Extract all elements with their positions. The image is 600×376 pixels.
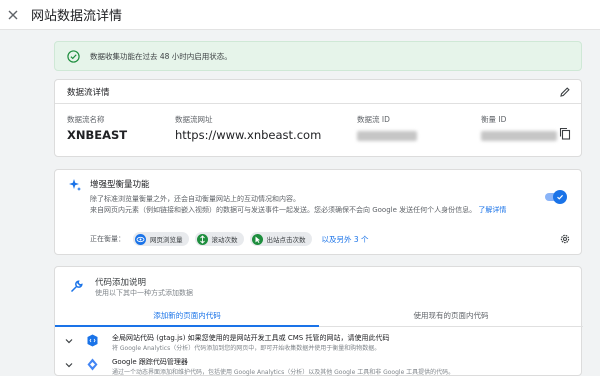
close-button[interactable] xyxy=(3,5,23,25)
stream-details-header: 数据流详情 xyxy=(55,80,581,104)
learn-more-link[interactable]: 了解详情 xyxy=(478,206,506,214)
enhanced-description: 除了标准浏览量衡量之外，还会自动衡量网站上的互动情况和内容。 来自网页内元素（例… xyxy=(90,194,510,216)
page-title: 网站数据流详情 xyxy=(31,9,123,24)
chip-outbound-clicks: 出站点击次数 xyxy=(249,232,312,246)
edit-icon[interactable] xyxy=(559,86,571,98)
chip-label: 网页浏览量 xyxy=(150,236,183,244)
option-gtag-title: 全局网站代码 (gtag.js) 如果您使用的是网站开发工具或 CMS 托管的网… xyxy=(112,334,390,342)
option-gtm-title: Google 跟踪代码管理器 xyxy=(112,358,188,366)
copy-icon[interactable] xyxy=(559,127,571,140)
code-tag-icon xyxy=(87,334,98,347)
enhanced-desc-line1: 除了标准浏览量衡量之外，还会自动衡量网站上的互动情况和内容。 xyxy=(90,195,300,203)
stream-name-value: XNBEAST xyxy=(67,128,128,142)
option-gtag-desc: 将 Google Analytics（分析）代码添加到您的网页中，即可开始收集数… xyxy=(112,345,381,352)
measuring-row: 正在衡量： 网页浏览量 滚动次数 出站点击次数 以及另外 3 个 xyxy=(90,232,369,246)
wrench-icon xyxy=(70,280,83,293)
banner-text: 数据收集功能在过去 48 小时内启用状态。 xyxy=(90,51,232,61)
gear-icon[interactable] xyxy=(559,233,571,245)
option-gtm-desc: 通过一个动态界面添加和维护代码，包括使用 Google Analytics（分析… xyxy=(112,369,455,376)
chip-page-views: 网页浏览量 xyxy=(133,232,189,246)
measurement-id-redacted xyxy=(481,131,557,141)
enhanced-measurement-card: 增强型衡量功能 除了标准浏览量衡量之外，还会自动衡量网站上的互动情况和内容。 来… xyxy=(54,169,582,255)
chip-label: 滚动次数 xyxy=(211,236,238,244)
sparkle-icon xyxy=(69,179,81,191)
stream-name-field: 数据流名称 XNBEAST xyxy=(67,114,127,142)
chip-label: 出站点击次数 xyxy=(266,236,306,244)
check-icon xyxy=(557,194,564,200)
measuring-label: 正在衡量： xyxy=(90,235,125,243)
tagging-instructions-card: 代码添加说明 使用以下其中一种方式添加数据 添加新的页面内代码 使用现有的页面内… xyxy=(54,266,583,376)
tagging-title: 代码添加说明 xyxy=(95,278,147,288)
enhanced-title: 增强型衡量功能 xyxy=(90,180,150,190)
eye-icon xyxy=(135,233,146,245)
tab-existing-on-page-tag[interactable]: 使用现有的页面内代码 xyxy=(319,307,583,326)
chevron-down-icon[interactable] xyxy=(65,361,73,369)
chevron-down-icon[interactable] xyxy=(65,337,73,345)
tab-new-on-page-tag[interactable]: 添加新的页面内代码 xyxy=(55,307,319,327)
stream-details-card: 数据流详情 数据流名称 XNBEAST 数据流网址 https://www.xn… xyxy=(54,79,582,157)
tagging-tabs: 添加新的页面内代码 使用现有的页面内代码 xyxy=(55,307,583,327)
stream-url-label: 数据流网址 xyxy=(175,115,213,124)
enhanced-measurement-toggle[interactable] xyxy=(545,190,567,204)
stream-name-label: 数据流名称 xyxy=(67,115,105,124)
tagging-subtitle: 使用以下其中一种方式添加数据 xyxy=(95,289,193,297)
status-banner: 数据收集功能在过去 48 小时内启用状态。 xyxy=(54,41,582,71)
stream-id-redacted xyxy=(357,131,417,141)
tag-manager-icon xyxy=(87,358,98,371)
measurement-id-label: 衡量 ID xyxy=(481,115,507,124)
top-bar: 网站数据流详情 xyxy=(0,0,600,30)
option-gtm[interactable]: Google 跟踪代码管理器 通过一个动态界面添加和维护代码，包括使用 Goog… xyxy=(55,357,583,376)
check-circle-icon xyxy=(67,49,80,63)
stream-id-label: 数据流 ID xyxy=(357,115,390,124)
stream-url-value: https://www.xnbeast.com xyxy=(175,128,322,142)
scroll-icon xyxy=(196,233,208,245)
stream-details-heading: 数据流详情 xyxy=(67,87,110,98)
stream-id-field: 数据流 ID xyxy=(357,114,447,141)
measurement-id-field: 衡量 ID xyxy=(481,114,561,141)
toggle-knob xyxy=(553,190,567,204)
more-events-link[interactable]: 以及另外 3 个 xyxy=(322,234,369,245)
close-icon xyxy=(8,10,18,19)
option-gtag[interactable]: 全局网站代码 (gtag.js) 如果您使用的是网站开发工具或 CMS 托管的网… xyxy=(55,333,583,353)
enhanced-desc-line2: 来自网页内元素（例如链接和嵌入视频）的数据可与发送事件一起发送。您必须确保不会向… xyxy=(90,206,477,214)
chip-scrolls: 滚动次数 xyxy=(194,232,244,246)
stream-url-field: 数据流网址 https://www.xnbeast.com xyxy=(175,114,321,142)
cursor-icon xyxy=(251,233,263,245)
